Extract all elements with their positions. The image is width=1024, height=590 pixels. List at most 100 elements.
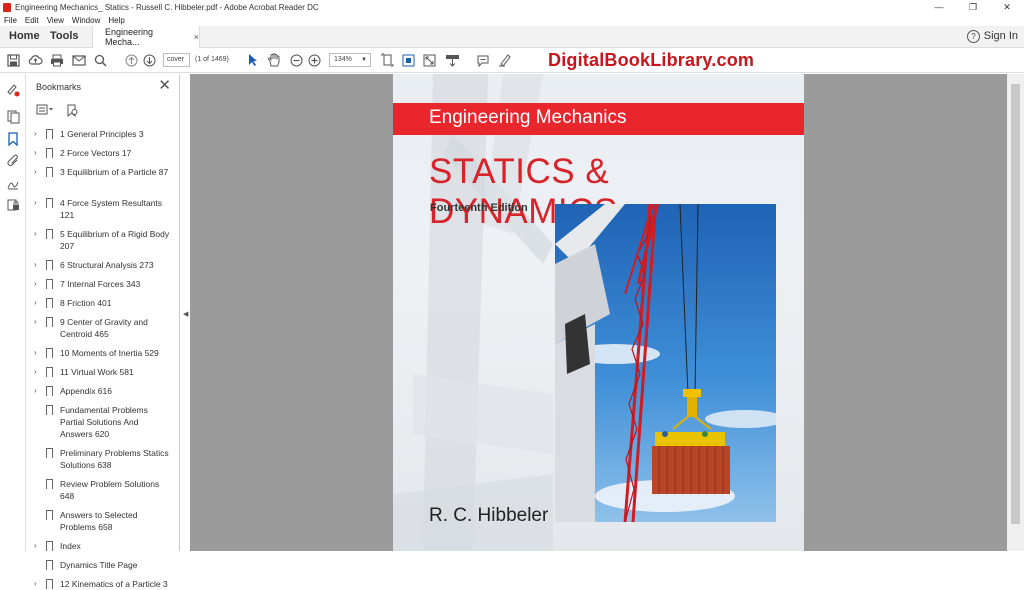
bookmark-label: 2 Force Vectors 17 bbox=[60, 148, 132, 158]
comment-icon[interactable] bbox=[475, 53, 491, 67]
bookmarks-panel: Bookmarks ✕ › 1 General Principles 3 › 2 Fo… bbox=[26, 74, 204, 589]
zoom-out-icon[interactable] bbox=[289, 53, 303, 67]
security-lock-icon[interactable] bbox=[5, 198, 21, 214]
cover-series-title: Engineering Mechanics bbox=[429, 107, 627, 128]
bookmark-label: 1 General Principles 3 bbox=[60, 129, 144, 139]
chevron-right-icon[interactable]: › bbox=[34, 259, 37, 271]
find-bookmark-icon[interactable] bbox=[66, 104, 79, 120]
chevron-right-icon[interactable]: › bbox=[34, 147, 37, 159]
chevron-right-icon[interactable]: › bbox=[34, 166, 37, 178]
cover-author: R. C. Hibbeler bbox=[429, 505, 549, 526]
bookmark-label: 6 Structural Analysis 273 bbox=[60, 260, 154, 270]
help-icon[interactable]: ? bbox=[967, 30, 980, 43]
chevron-right-icon[interactable]: › bbox=[34, 128, 37, 140]
menu-edit[interactable]: Edit bbox=[25, 16, 39, 25]
chevron-right-icon[interactable]: › bbox=[34, 385, 37, 397]
collapse-left-panel-icon[interactable]: ◀ bbox=[183, 310, 188, 318]
menu-bar: File Edit View Window Help bbox=[0, 14, 1024, 26]
bookmark-label: Fundamental Problems Partial Solutions A… bbox=[60, 405, 148, 439]
chevron-right-icon[interactable]: › bbox=[34, 347, 37, 359]
zoom-value: 134% bbox=[334, 56, 352, 63]
menu-file[interactable]: File bbox=[4, 16, 17, 25]
attachment-icon[interactable] bbox=[5, 154, 21, 170]
bookmark-label: 11 Virtual Work 581 bbox=[60, 367, 134, 377]
bookmark-icon bbox=[46, 367, 53, 377]
chevron-down-icon: ▼ bbox=[361, 57, 367, 63]
close-tab-icon[interactable]: × bbox=[194, 32, 199, 42]
chevron-right-icon[interactable]: › bbox=[34, 316, 37, 328]
main-toolbar bbox=[0, 48, 1024, 73]
email-icon[interactable] bbox=[71, 53, 87, 67]
bookmark-icon bbox=[46, 405, 53, 415]
page-number-input[interactable]: cover bbox=[163, 53, 190, 67]
bookmarks-title: Bookmarks bbox=[36, 82, 82, 92]
highlight-pen-icon[interactable] bbox=[497, 53, 513, 67]
page-thumbnails-icon[interactable] bbox=[5, 110, 21, 126]
chevron-right-icon[interactable]: › bbox=[34, 228, 37, 240]
bookmark-icon bbox=[46, 129, 53, 139]
tab-tools[interactable]: Tools bbox=[50, 26, 79, 47]
chevron-right-icon[interactable]: › bbox=[34, 578, 37, 590]
fill-sign-icon[interactable] bbox=[5, 83, 21, 99]
document-scrollbar[interactable] bbox=[1007, 74, 1024, 551]
bookmark-icon bbox=[46, 510, 53, 520]
next-page-icon[interactable] bbox=[142, 53, 156, 67]
chevron-right-icon[interactable]: › bbox=[34, 197, 37, 209]
chevron-right-icon[interactable]: › bbox=[34, 297, 37, 309]
sign-in-link[interactable]: Sign In bbox=[984, 26, 1018, 47]
menu-help[interactable]: Help bbox=[108, 16, 124, 25]
page-display-icon[interactable] bbox=[380, 53, 394, 67]
bookmark-label: 9 Center of Gravity and Centroid 465 bbox=[60, 317, 148, 339]
bookmark-icon bbox=[46, 279, 53, 289]
options-menu-icon[interactable] bbox=[36, 104, 54, 120]
menu-window[interactable]: Window bbox=[72, 16, 100, 25]
bookmark-icon bbox=[46, 348, 53, 358]
full-screen-icon[interactable] bbox=[422, 53, 436, 67]
bookmark-label: 10 Moments of Inertia 529 bbox=[60, 348, 159, 358]
previous-page-icon[interactable] bbox=[124, 53, 138, 67]
bookmark-panel-icon[interactable] bbox=[5, 132, 21, 148]
save-icon[interactable] bbox=[6, 53, 20, 67]
close-panel-icon[interactable]: ✕ bbox=[158, 76, 171, 94]
signature-icon[interactable] bbox=[5, 176, 21, 192]
window-controls: — ❐ ✕ bbox=[922, 0, 1024, 14]
bookmark-icon bbox=[46, 560, 53, 570]
cover-edition: Fourteenth Edition bbox=[430, 202, 528, 214]
hand-tool-icon[interactable] bbox=[266, 53, 282, 67]
bookmark-label: 8 Friction 401 bbox=[60, 298, 112, 308]
bookmark-label: 5 Equilibrium of a Rigid Body 207 bbox=[60, 229, 170, 251]
document-scrollbar-thumb[interactable] bbox=[1011, 84, 1020, 524]
bookmark-icon bbox=[46, 541, 53, 551]
bookmark-label: Index bbox=[60, 541, 81, 551]
select-cursor-icon[interactable] bbox=[245, 53, 259, 67]
acrobat-app-icon bbox=[3, 2, 11, 12]
chevron-right-icon[interactable]: › bbox=[34, 278, 37, 290]
zoom-in-icon[interactable] bbox=[307, 53, 321, 67]
chevron-right-icon[interactable]: › bbox=[34, 366, 37, 378]
restore-button[interactable]: ❐ bbox=[956, 0, 990, 14]
bookmark-icon bbox=[46, 386, 53, 396]
bookmark-label: Appendix 616 bbox=[60, 386, 112, 396]
search-icon[interactable] bbox=[93, 53, 107, 67]
bookmark-icon bbox=[46, 448, 53, 458]
bookmarks-toolbar bbox=[36, 104, 79, 120]
close-window-button[interactable]: ✕ bbox=[990, 0, 1024, 14]
bookmark-icon bbox=[46, 298, 53, 308]
document-tab[interactable]: Engineering Mecha... × bbox=[92, 26, 200, 48]
read-mode-icon[interactable] bbox=[444, 53, 460, 67]
tab-home[interactable]: Home bbox=[9, 26, 40, 47]
minimize-button[interactable]: — bbox=[922, 0, 956, 14]
zoom-select[interactable]: 134% ▼ bbox=[329, 53, 371, 67]
cloud-upload-icon[interactable] bbox=[27, 53, 43, 67]
window-titlebar: Engineering Mechanics_ Statics - Russell… bbox=[0, 0, 1024, 14]
cover-photo-crane-container bbox=[555, 204, 776, 522]
fit-page-icon[interactable] bbox=[401, 53, 415, 67]
menu-view[interactable]: View bbox=[47, 16, 64, 25]
pdf-page-cover: Engineering Mechanics STATICS & DYNAMICS… bbox=[393, 74, 804, 551]
bookmark-icon bbox=[46, 167, 53, 177]
window-title: Engineering Mechanics_ Statics - Russell… bbox=[15, 2, 319, 12]
bookmark-label: Answers to Selected Problems 658 bbox=[60, 510, 138, 532]
chevron-right-icon[interactable]: › bbox=[34, 540, 37, 552]
bookmark-label: Dynamics Title Page bbox=[60, 560, 138, 570]
print-icon[interactable] bbox=[49, 53, 65, 67]
